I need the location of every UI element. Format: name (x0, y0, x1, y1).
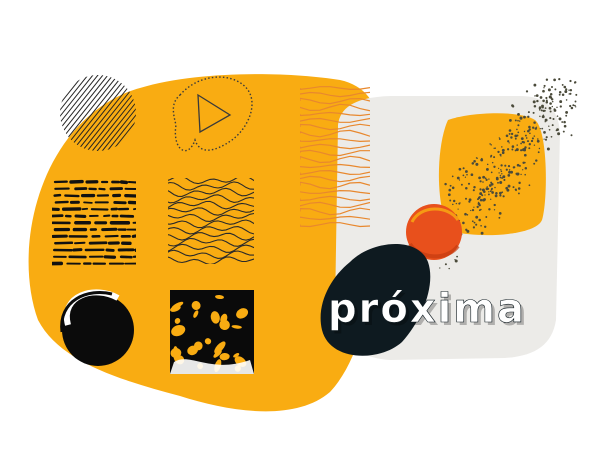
illustration: próxima próxima (28, 74, 578, 412)
brand-wordmark: próxima (328, 286, 526, 332)
cell-pattern-icon (170, 290, 254, 374)
